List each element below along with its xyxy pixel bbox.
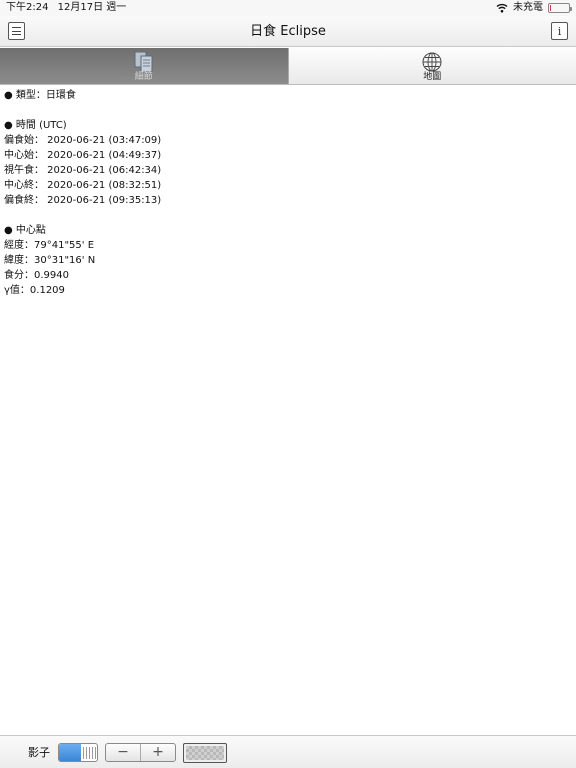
color-swatch-button[interactable] <box>183 743 227 763</box>
times-header: ● 時間 (UTC) <box>4 120 67 131</box>
nav-bar: 日食 Eclipse i <box>0 16 576 47</box>
minus-button[interactable]: − <box>106 744 140 761</box>
time-partial-end: 偏食終： 2020-06-21 (09:35:13) <box>4 195 162 206</box>
shadow-toggle[interactable] <box>58 743 98 762</box>
battery-level <box>550 5 551 11</box>
center-magnitude: 食分：0.9940 <box>4 270 69 281</box>
status-right: 未充電 <box>496 0 572 16</box>
menu-button[interactable] <box>8 22 25 40</box>
status-date: 12月17日 週一 <box>57 2 127 13</box>
center-header: ● 中心點 <box>4 225 46 236</box>
bottom-toolbar: 影子 − + <box>0 735 576 768</box>
time-partial-begin: 偏食始： 2020-06-21 (03:47:09) <box>4 135 162 146</box>
toggle-on-fill <box>59 744 81 761</box>
tab-details[interactable]: 細節 <box>0 48 288 84</box>
center-gamma: γ值：0.1209 <box>4 285 65 296</box>
zoom-stepper: − + <box>105 743 176 762</box>
plus-button[interactable]: + <box>140 744 175 761</box>
center-latitude: 緯度：30°31"16' N <box>4 255 96 266</box>
tab-bar: 細節 地圖 <box>0 48 576 85</box>
status-time: 下午2:24 <box>6 2 49 13</box>
menu-icon <box>12 27 21 35</box>
info-icon: i <box>557 24 562 38</box>
wifi-icon <box>496 3 508 13</box>
tab-map-label: 地圖 <box>423 72 442 82</box>
toggle-grip-icon <box>83 747 96 759</box>
tab-details-label: 細節 <box>134 72 153 82</box>
center-longitude: 經度：79°41"55' E <box>4 240 95 251</box>
info-button[interactable]: i <box>551 22 568 40</box>
eclipse-type: ● 類型：日環食 <box>4 90 76 101</box>
tab-map[interactable]: 地圖 <box>287 48 576 84</box>
eclipse-details: ● 類型：日環食 ● 時間 (UTC) 偏食始： 2020-06-21 (03:… <box>4 88 564 298</box>
status-bar: 下午2:24 12月17日 週一 未充電 <box>0 0 576 16</box>
time-greatest: 視午食： 2020-06-21 (06:42:34) <box>4 165 162 176</box>
page-title: 日食 Eclipse <box>250 24 326 39</box>
shadow-label: 影子 <box>28 746 50 759</box>
status-left: 下午2:24 12月17日 週一 <box>6 0 132 16</box>
time-central-begin: 中心始： 2020-06-21 (04:49:37) <box>4 150 162 161</box>
charging-status: 未充電 <box>513 2 543 13</box>
transparency-pattern-icon <box>186 746 224 760</box>
time-central-end: 中心終： 2020-06-21 (08:32:51) <box>4 180 162 191</box>
battery-icon <box>548 3 572 13</box>
